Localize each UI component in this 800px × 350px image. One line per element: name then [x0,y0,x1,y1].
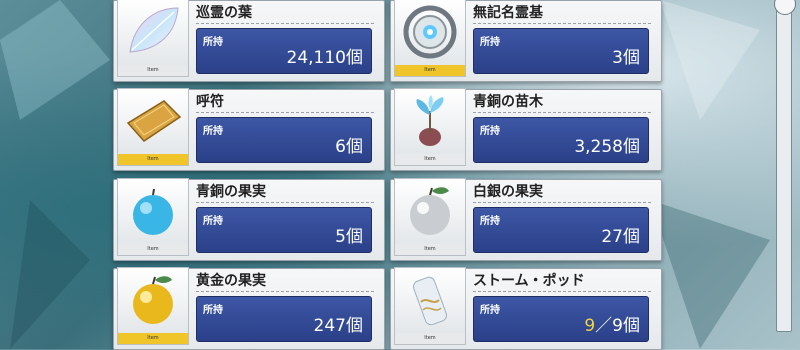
item-card-storm-pod[interactable]: Item ストーム・ポッド 所持 9／9個 [390,267,662,350]
item-card-bronze-fruit[interactable]: Item 青銅の果実 所持 5個 [113,178,385,261]
item-tag: Item [118,154,188,165]
owned-label: 所持 [203,216,223,227]
owned-label: 所持 [480,126,500,137]
owned-panel: 所持 247個 [196,296,372,342]
item-name: 青銅の果実 [196,182,374,203]
item-name: 呼符 [196,92,374,113]
owned-label: 所持 [203,126,223,137]
owned-count: 5個 [335,227,363,247]
owned-panel: 所持 6個 [196,117,372,163]
item-tag: Item [395,244,465,255]
item-tag: Item [118,244,188,255]
owned-count: 9／9個 [584,311,640,336]
vertical-scrollbar[interactable] [774,0,796,332]
owned-panel: 所持 27個 [473,207,649,253]
owned-panel: 所持 3個 [473,28,649,74]
bronze-fruit-icon [133,188,173,235]
silver-fruit-icon [410,187,450,235]
item-thumbnail: Item [117,0,189,77]
item-thumbnail: Item [394,0,466,77]
owned-panel: 所持 5個 [196,207,372,253]
item-name: 巡霊の葉 [196,3,374,24]
item-grid: Item 巡霊の葉 所持 24,110個 Item 無記名霊基 所持 3個 It… [0,0,770,350]
owned-count: 247個 [313,316,363,336]
owned-count: 24,110個 [286,48,363,68]
summon-ticket-icon [126,100,182,142]
item-thumbnail: Item [117,267,189,345]
item-thumbnail: Item [117,88,189,166]
owned-label: 所持 [480,37,500,48]
item-name: 白銀の果実 [473,182,651,203]
owned-label: 所持 [203,37,223,48]
saint-quartz-ring-icon [403,5,457,59]
owned-count: 3,258個 [574,137,640,157]
item-name: ストーム・ポッド [473,271,651,292]
owned-panel: 所持 24,110個 [196,28,372,74]
item-card-unregistered-spirit-origin[interactable]: Item 無記名霊基 所持 3個 [390,0,662,82]
item-card-silver-fruit[interactable]: Item 白銀の果実 所持 27個 [390,178,662,261]
item-card-gold-fruit[interactable]: Item 黄金の果実 所持 247個 [113,267,385,350]
owned-count: 3個 [612,48,640,68]
scrollbar-thumb[interactable] [774,0,796,15]
storm-pod-icon [412,276,448,326]
item-tag: Item [395,333,465,344]
item-name: 無記名霊基 [473,3,651,24]
prism-leaf-icon [129,7,179,53]
owned-count-max: ／9個 [595,316,640,336]
item-tag: Item [118,65,188,76]
item-card-bronze-sapling[interactable]: Item 青銅の苗木 所持 3,258個 [390,88,662,171]
item-name: 青銅の苗木 [473,92,651,113]
item-tag: Item [118,333,188,344]
owned-panel: 所持 9／9個 [473,296,649,342]
bronze-sapling-icon [416,95,444,146]
owned-label: 所持 [480,216,500,227]
gold-fruit-icon [133,276,173,324]
item-tag: Item [395,154,465,165]
owned-count: 27個 [601,227,640,247]
item-tag: Item [395,65,465,76]
item-thumbnail: Item [394,88,466,166]
item-card-jun-rei-leaf[interactable]: Item 巡霊の葉 所持 24,110個 [113,0,385,82]
item-thumbnail: Item [394,178,466,256]
item-thumbnail: Item [117,178,189,256]
item-card-summon-ticket[interactable]: Item 呼符 所持 6個 [113,88,385,171]
owned-label: 所持 [480,305,500,316]
owned-label: 所持 [203,305,223,316]
owned-count-current: 9 [584,316,596,336]
owned-panel: 所持 3,258個 [473,117,649,163]
item-thumbnail: Item [394,267,466,345]
owned-count: 6個 [335,137,363,157]
item-name: 黄金の果実 [196,271,374,292]
